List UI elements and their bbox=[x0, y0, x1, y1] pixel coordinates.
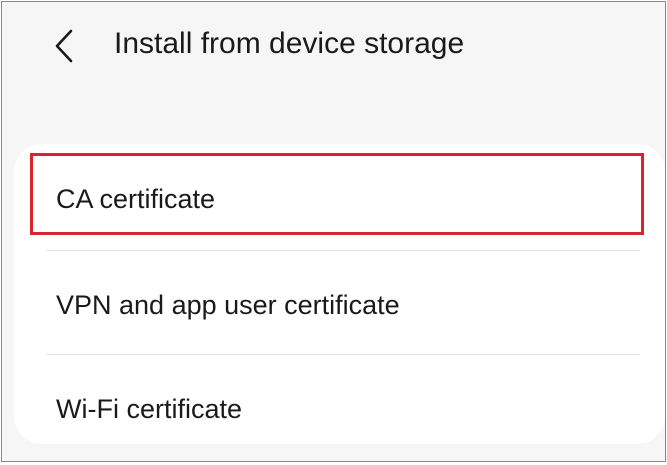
list-item-label: CA certificate bbox=[56, 184, 216, 214]
list-item-wifi-certificate[interactable]: Wi-Fi certificate bbox=[14, 354, 665, 454]
list-item-label: VPN and app user certificate bbox=[56, 290, 400, 320]
list-item-vpn-and-app-user-certificate[interactable]: VPN and app user certificate bbox=[14, 250, 665, 350]
list-item-label: Wi-Fi certificate bbox=[56, 394, 243, 424]
page-title: Install from device storage bbox=[114, 27, 465, 60]
back-button[interactable] bbox=[46, 26, 82, 66]
list-item-ca-certificate[interactable]: CA certificate bbox=[14, 144, 665, 244]
app-bar: Install from device storage bbox=[2, 2, 665, 92]
chevron-left-icon bbox=[55, 29, 73, 63]
screen: Install from device storage CA certifica… bbox=[1, 1, 666, 462]
certificate-list: CA certificate VPN and app user certific… bbox=[14, 144, 665, 444]
